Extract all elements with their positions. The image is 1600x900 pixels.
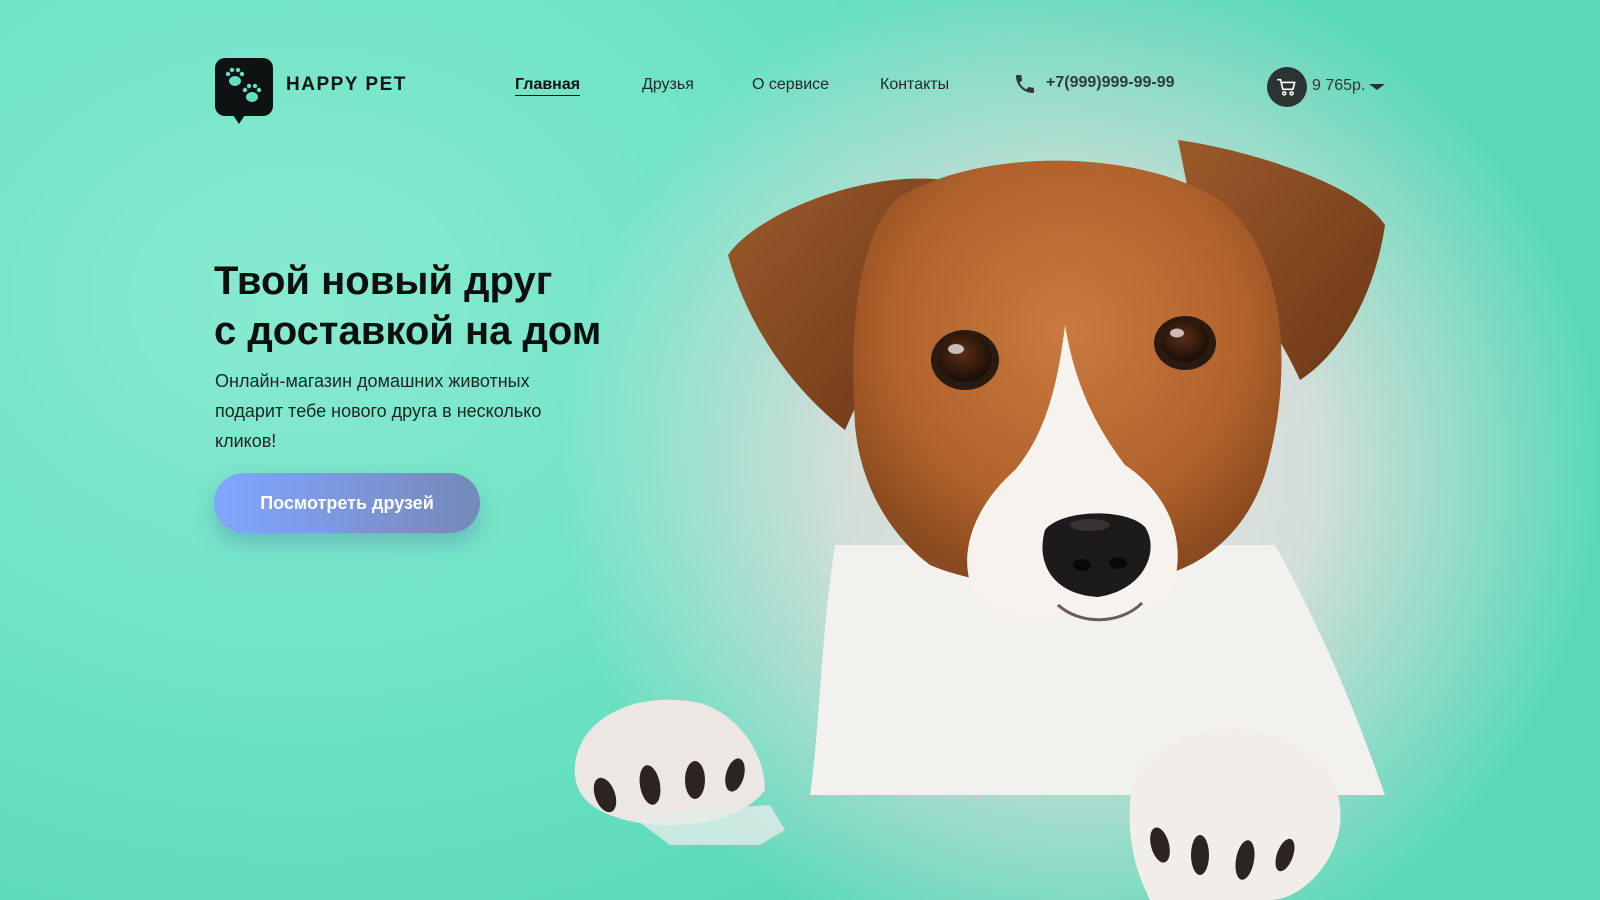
phone-icon xyxy=(1013,72,1037,101)
brand-name[interactable]: HAPPY PET xyxy=(286,74,407,96)
dog-illustration xyxy=(574,140,1385,900)
hero-subtitle: Онлайн-магазин домашних животных подарит… xyxy=(215,371,542,451)
hero-title-line-1: Твой новый друг xyxy=(214,259,553,303)
hero-title: Твой новый друг с доставкой на дом xyxy=(214,256,601,356)
hero-title-line-2: с доставкой на дом xyxy=(214,309,602,353)
nav-contacts[interactable]: Контакты xyxy=(880,76,949,94)
phone-number[interactable]: +7(999)999-99-99 xyxy=(1046,74,1175,92)
dog-photo xyxy=(574,140,1385,900)
chevron-down-icon[interactable] xyxy=(1369,84,1385,90)
logo-icon[interactable] xyxy=(215,58,273,124)
view-friends-button[interactable]: Посмотреть друзей xyxy=(214,473,480,533)
cart-total[interactable]: 9 765р. xyxy=(1312,77,1365,95)
nav-friends[interactable]: Друзья xyxy=(642,76,694,94)
cart-button[interactable] xyxy=(1267,67,1307,107)
nav-about[interactable]: О сервисе xyxy=(752,76,829,94)
cart-icon xyxy=(1277,78,1296,96)
nav-home[interactable]: Главная xyxy=(515,76,581,96)
paw-prints-icon xyxy=(225,67,262,102)
